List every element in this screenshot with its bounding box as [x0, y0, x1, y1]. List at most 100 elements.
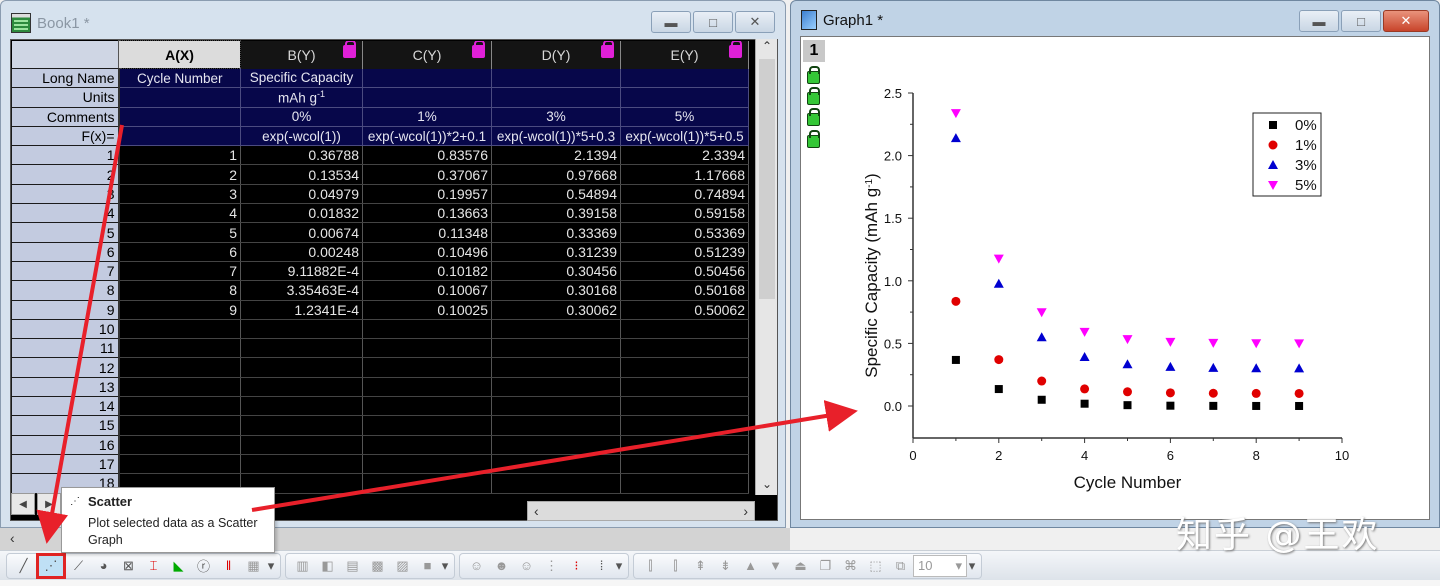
- select-all-corner[interactable]: [11, 40, 119, 69]
- data-cell[interactable]: 0.97668: [491, 164, 621, 185]
- formula-cell[interactable]: exp(-wcol(1))*5+0.5: [620, 126, 749, 147]
- data-cell[interactable]: 3: [118, 184, 241, 205]
- sheet-prev-icon[interactable]: ◀: [11, 493, 35, 515]
- toolbar-overflow-icon[interactable]: ▾: [266, 555, 276, 577]
- pie-chart-icon[interactable]: ◕: [91, 555, 116, 577]
- area-plot-icon[interactable]: ◣: [166, 555, 191, 577]
- data-cell[interactable]: [491, 415, 621, 436]
- toolbar-overflow-icon[interactable]: ▾: [440, 555, 450, 577]
- data-cell[interactable]: [620, 396, 749, 417]
- data-cell[interactable]: [491, 357, 621, 378]
- data-cell[interactable]: 4: [118, 203, 241, 224]
- data-cell[interactable]: [362, 454, 492, 475]
- column-header-c[interactable]: C(Y): [362, 40, 492, 69]
- sheet-next-icon[interactable]: ▶: [37, 493, 61, 515]
- toolbar-overflow-icon[interactable]: ▾: [614, 555, 624, 577]
- comments-cell[interactable]: 1%: [362, 107, 492, 127]
- data-cell[interactable]: 0.54894: [491, 184, 621, 205]
- column-header-b[interactable]: B(Y): [240, 40, 363, 69]
- row-number[interactable]: 1: [11, 145, 120, 166]
- column-stretch-icon[interactable]: ⁝: [564, 555, 589, 577]
- data-cell[interactable]: [118, 357, 241, 378]
- data-cell[interactable]: [118, 319, 241, 340]
- row-number[interactable]: 10: [11, 318, 120, 340]
- data-cell[interactable]: 0.10496: [362, 242, 492, 262]
- row-number[interactable]: 13: [11, 376, 120, 398]
- data-cell[interactable]: 0.13534: [240, 164, 363, 185]
- data-cell[interactable]: 0.74894: [620, 184, 749, 205]
- comments-cell[interactable]: 5%: [620, 107, 749, 127]
- data-cell[interactable]: [491, 435, 621, 455]
- data-cell[interactable]: [491, 396, 621, 417]
- units-cell[interactable]: mAh g-1: [240, 87, 363, 108]
- data-cell[interactable]: [491, 377, 621, 398]
- graph-page[interactable]: 1 0 2 4 6 8 10 0.0 0.5 1.0 1.5 2.0 2.5 Cycle Number S…: [800, 36, 1430, 520]
- data-cell[interactable]: [620, 473, 749, 494]
- row-stretch-icon[interactable]: ⁞: [589, 555, 614, 577]
- row-number[interactable]: 8: [11, 280, 120, 301]
- 3d-bar-icon[interactable]: ▥: [290, 555, 315, 577]
- data-cell[interactable]: [620, 338, 749, 359]
- data-cell[interactable]: 0.00248: [240, 242, 363, 262]
- data-cell[interactable]: [240, 357, 363, 378]
- data-cell[interactable]: [118, 338, 241, 359]
- data-cell[interactable]: 3.35463E-4: [240, 280, 363, 301]
- row-number[interactable]: 3: [11, 183, 120, 205]
- data-cell[interactable]: 2: [118, 164, 241, 185]
- graph-titlebar[interactable]: Graph1 *: [801, 10, 883, 30]
- data-cell[interactable]: 2.3394: [620, 145, 749, 166]
- data-cell[interactable]: [118, 415, 241, 436]
- data-cell[interactable]: 0.31239: [491, 242, 621, 262]
- lock-icon[interactable]: [601, 40, 614, 58]
- data-cell[interactable]: [362, 435, 492, 455]
- scroll-up-arrow-icon[interactable]: ⌃: [756, 39, 778, 57]
- comments-cell[interactable]: 0%: [240, 107, 363, 127]
- row-label[interactable]: Comments: [11, 106, 120, 127]
- long-name-cell[interactable]: [362, 68, 492, 89]
- merge-layer-icon[interactable]: ☻: [489, 555, 514, 577]
- data-cell[interactable]: [491, 473, 621, 494]
- data-cell[interactable]: 0.11348: [362, 222, 492, 243]
- data-cell[interactable]: [240, 435, 363, 455]
- align-vcenter-icon[interactable]: ▼: [763, 555, 788, 577]
- data-cell[interactable]: 0.33369: [491, 222, 621, 243]
- data-cell[interactable]: [240, 338, 363, 359]
- template-plot-icon[interactable]: ▦: [241, 555, 266, 577]
- data-cell[interactable]: 0.30062: [491, 300, 621, 320]
- data-cell[interactable]: [362, 377, 492, 398]
- data-cell[interactable]: 1.17668: [620, 164, 749, 185]
- data-cell[interactable]: [362, 357, 492, 378]
- back-icon[interactable]: ❐: [813, 555, 838, 577]
- data-cell[interactable]: 0.39158: [491, 203, 621, 224]
- data-cell[interactable]: 0.19957: [362, 184, 492, 205]
- scroll-down-arrow-icon[interactable]: ⌄: [756, 477, 778, 495]
- font-size-select[interactable]: 10 ▾: [913, 554, 967, 577]
- column-header-e[interactable]: E(Y): [620, 40, 749, 69]
- align-right-icon[interactable]: ⫿: [663, 555, 688, 577]
- column-header-d[interactable]: D(Y): [491, 40, 621, 69]
- contour-plot-icon[interactable]: ⊠: [116, 555, 141, 577]
- scroll-right-arrow-icon[interactable]: ›: [743, 503, 748, 519]
- ungroup-icon[interactable]: ⬚: [863, 555, 888, 577]
- data-cell[interactable]: 0.83576: [362, 145, 492, 166]
- 3d-waterfall-icon[interactable]: ▩: [365, 555, 390, 577]
- data-cell[interactable]: 0.10182: [362, 261, 492, 282]
- data-cell[interactable]: [491, 454, 621, 475]
- row-number[interactable]: 6: [11, 241, 120, 262]
- data-cell[interactable]: [620, 319, 749, 340]
- comments-cell[interactable]: 3%: [491, 107, 621, 127]
- data-cell[interactable]: 0.13663: [362, 203, 492, 224]
- 3d-colormap-icon[interactable]: ▨: [390, 555, 415, 577]
- data-cell[interactable]: 0.37067: [362, 164, 492, 185]
- data-cell[interactable]: 0.50062: [620, 300, 749, 320]
- data-cell[interactable]: [362, 338, 492, 359]
- formula-cell[interactable]: exp(-wcol(1)): [240, 126, 363, 147]
- data-cell[interactable]: 1: [118, 145, 241, 166]
- data-cell[interactable]: [491, 338, 621, 359]
- long-name-cell[interactable]: Cycle Number: [118, 68, 241, 89]
- data-cell[interactable]: [240, 454, 363, 475]
- close-button[interactable]: ✕: [1383, 10, 1429, 32]
- book-titlebar[interactable]: Book1 *: [11, 11, 90, 35]
- row-number[interactable]: 15: [11, 415, 120, 436]
- data-cell[interactable]: [240, 319, 363, 340]
